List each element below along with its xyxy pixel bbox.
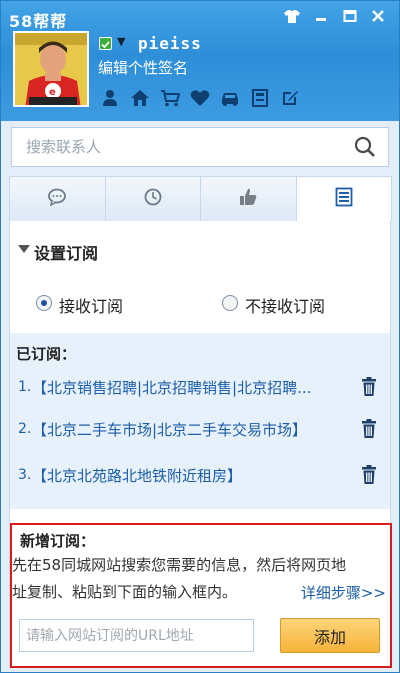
status-dropdown-icon[interactable]: ▼ [117, 35, 125, 48]
not-receive-label[interactable]: 不接收订阅 [245, 293, 325, 317]
subscription-link[interactable]: 【北京销售招聘|北京招聘销售|北京招聘... [32, 377, 357, 398]
avatar[interactable]: e [13, 31, 89, 107]
book-icon[interactable] [245, 87, 275, 109]
list-item: 1. 【北京销售招聘|北京招聘销售|北京招聘... [18, 377, 378, 399]
add-button[interactable]: 添加 [280, 618, 380, 653]
tab-favorites[interactable] [200, 176, 297, 222]
receive-label[interactable]: 接收订阅 [59, 293, 123, 317]
edit-icon[interactable] [275, 87, 305, 109]
item-number: 2. [18, 421, 32, 437]
toolbar [95, 87, 305, 109]
list-item: 3. 【北京北苑路北地铁附近租房】 [18, 465, 378, 487]
settings-section-header[interactable]: 设置订阅 [10, 221, 390, 279]
subscription-option-group: 接收订阅 不接收订阅 [10, 279, 390, 331]
minimize-icon[interactable] [310, 7, 332, 29]
tab-chat[interactable] [9, 176, 106, 222]
subscription-link[interactable]: 【北京二手车市场|北京二手车交易市场】 [32, 419, 357, 440]
not-receive-radio[interactable] [222, 295, 238, 311]
search-input[interactable] [26, 138, 346, 156]
tab-bar [9, 176, 392, 222]
trash-icon[interactable] [361, 377, 377, 401]
subscription-link[interactable]: 【北京北苑路北地铁附近租房】 [32, 465, 357, 486]
home-icon[interactable] [125, 87, 155, 109]
add-subscription-section: 新增订阅： 先在58同城网站搜索您需要的信息，然后将网页地 址复制、粘贴到下面的… [10, 523, 392, 668]
cart-icon[interactable] [155, 87, 185, 109]
subscribed-list: 已订阅： 1. 【北京销售招聘|北京招聘销售|北京招聘... 2. 【北京二手车… [10, 333, 390, 509]
tab-subscriptions[interactable] [295, 176, 392, 222]
search-box [11, 127, 389, 167]
signature[interactable]: 编辑个性签名 [98, 57, 188, 78]
search-icon[interactable] [354, 136, 376, 162]
clock-icon [143, 187, 163, 211]
detail-steps-link[interactable]: 详细步骤>> [301, 582, 386, 603]
subscription-panel: 设置订阅 接收订阅 不接收订阅 已订阅： 1. 【北京销售招聘|北京招聘销售|北… [9, 221, 392, 668]
trash-icon[interactable] [361, 419, 377, 443]
maximize-icon[interactable] [339, 7, 361, 29]
tab-recent[interactable] [104, 176, 201, 222]
url-input[interactable] [19, 619, 254, 652]
trash-icon[interactable] [361, 465, 377, 489]
heart-icon[interactable] [185, 87, 215, 109]
thumbs-up-icon [238, 187, 258, 211]
item-number: 1. [18, 379, 32, 395]
item-number: 3. [18, 467, 32, 483]
add-description-line: 先在58同城网站搜索您需要的信息，然后将网页地 [12, 556, 347, 574]
add-title: 新增订阅： [20, 532, 96, 550]
online-status-icon[interactable] [99, 37, 112, 50]
collapse-caret-icon[interactable] [18, 245, 30, 253]
person-icon[interactable] [95, 87, 125, 109]
app-window: 58帮帮 e ▼ pieiss 编辑个性签名 搜索联系人 设置订阅 接收订阅 不… [0, 0, 400, 673]
header: 58帮帮 e ▼ pieiss 编辑个性签名 [1, 1, 399, 121]
username: pieiss [138, 34, 202, 53]
subscribed-title: 已订阅： [16, 345, 77, 363]
shirt-icon[interactable] [281, 7, 303, 29]
app-title: 58帮帮 [9, 12, 68, 31]
close-icon[interactable] [367, 7, 389, 29]
car-icon[interactable] [215, 87, 245, 109]
receive-radio[interactable] [36, 295, 52, 311]
list-item: 2. 【北京二手车市场|北京二手车交易市场】 [18, 419, 378, 441]
svg-text:e: e [49, 87, 56, 98]
settings-title: 设置订阅 [34, 244, 99, 263]
chat-bubble-icon [47, 188, 67, 210]
list-icon [335, 187, 353, 211]
